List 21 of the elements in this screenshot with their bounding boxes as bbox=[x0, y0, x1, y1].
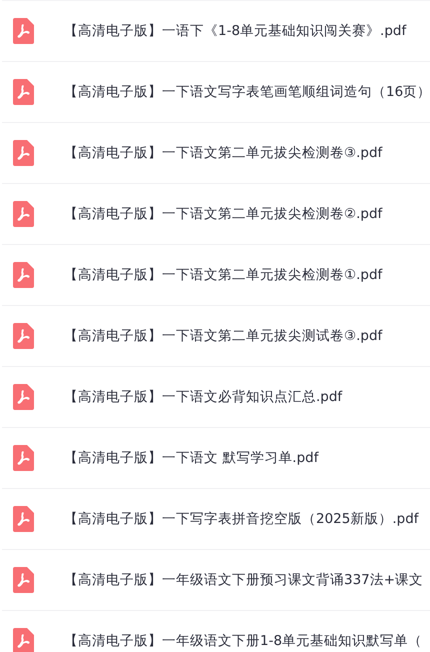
file-name[interactable]: 【高清电子版】一年级语文下册1-8单元基础知识默写单（ bbox=[64, 632, 422, 650]
file-name[interactable]: 【高清电子版】一下语文第二单元拔尖检测卷①.pdf bbox=[64, 266, 382, 284]
pdf-file-icon bbox=[12, 445, 34, 471]
pdf-file-icon bbox=[12, 79, 34, 105]
file-name[interactable]: 【高清电子版】一下语文第二单元拔尖检测卷③.pdf bbox=[64, 144, 382, 162]
file-name[interactable]: 【高清电子版】一下语文写字表笔画笔顺组词造句（16页） bbox=[64, 83, 430, 101]
file-name[interactable]: 【高清电子版】一下语文必背知识点汇总.pdf bbox=[64, 388, 342, 406]
file-name[interactable]: 【高清电子版】一下写字表拼音挖空版（2025新版）.pdf bbox=[64, 510, 419, 528]
file-name[interactable]: 【高清电子版】一下语文第二单元拔尖检测卷②.pdf bbox=[64, 205, 382, 223]
pdf-file-icon bbox=[12, 262, 34, 288]
pdf-file-icon bbox=[12, 323, 34, 349]
pdf-file-icon bbox=[12, 140, 34, 166]
file-name[interactable]: 【高清电子版】一下语文 默写学习单.pdf bbox=[64, 449, 318, 467]
file-name[interactable]: 【高清电子版】一下语文第二单元拔尖测试卷③.pdf bbox=[64, 327, 382, 345]
pdf-file-icon bbox=[12, 506, 34, 532]
pdf-file-icon bbox=[12, 18, 34, 44]
file-name[interactable]: 【高清电子版】一年级语文下册预习课文背诵337法+课文 bbox=[64, 571, 424, 589]
file-name[interactable]: 【高清电子版】一语下《1-8单元基础知识闯关赛》.pdf bbox=[64, 22, 406, 40]
pdf-file-icon bbox=[12, 567, 34, 593]
pdf-file-icon bbox=[12, 384, 34, 410]
pdf-file-icon bbox=[12, 201, 34, 227]
